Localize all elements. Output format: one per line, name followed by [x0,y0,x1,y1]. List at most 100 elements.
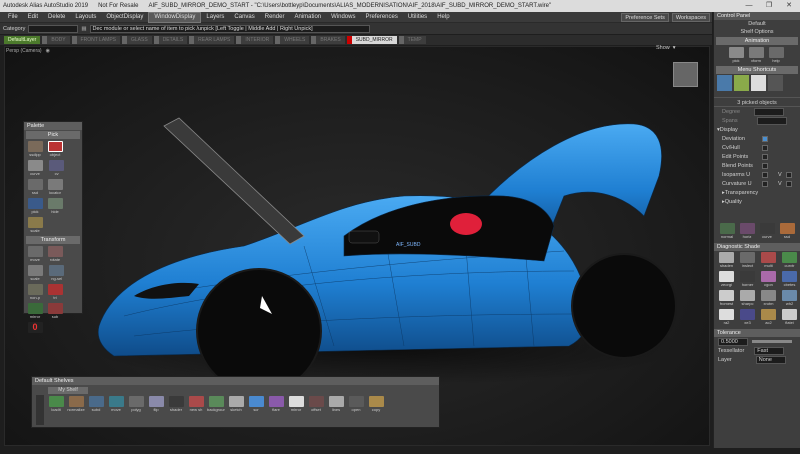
shelf-tool-16[interactable]: copy [367,396,385,413]
palette-tool-cv[interactable]: cv [48,160,66,177]
menu-windows[interactable]: Windows [326,12,360,23]
shortcut-icon-2[interactable] [734,75,749,91]
shelf-tool-9[interactable]: sketch [227,396,245,413]
diagnostic-tool-14[interactable]: ac2 [759,309,778,326]
menu-preferences[interactable]: Preferences [360,12,402,23]
menu-shortcuts[interactable]: Menu Shortcuts [716,66,798,74]
layer-front-lamps[interactable]: FRONT LAMPS [71,36,120,44]
tessellator-select[interactable]: Fast [754,346,785,355]
shelf-tool-4[interactable]: polyg [127,396,145,413]
menu-layers[interactable]: Layers [201,12,229,23]
diagnostic-tool-0[interactable]: shaden [717,252,736,269]
eval-normal-tool[interactable]: normal [718,223,736,240]
palette-tool-ng-sel[interactable]: ng-sel [48,265,66,282]
shelf-tool-10[interactable]: scr [247,396,265,413]
diagnostic-tool-1[interactable]: inslect [738,252,757,269]
layer-subd-mirror[interactable]: SUBD_MIRROR [346,36,397,44]
display-checkbox-v[interactable] [785,171,792,178]
diagnostic-tool-4[interactable]: zeorgi [717,271,736,288]
palette-section-transform[interactable]: Transform [26,236,80,244]
shelf-tab[interactable]: My Shelf [48,387,88,394]
diagnostic-tool-9[interactable]: sharpc [738,290,757,307]
palette-tool-ssdlpp[interactable]: ssdlpp [26,141,44,158]
diagnostic-tool-15[interactable]: flatei [780,309,799,326]
palette-tool-hide[interactable]: hide [46,198,64,215]
shortcut-icon-1[interactable] [717,75,732,91]
pick-tool[interactable]: pick [727,47,745,64]
diagnostic-tool-12[interactable]: ra2 [717,309,736,326]
palette-tool-rotate[interactable]: rotate [46,246,64,263]
layer-temp[interactable]: TEMP [398,36,426,44]
diagnostic-tool-2[interactable]: multi [759,252,778,269]
palette-tool-pick[interactable]: pick [26,198,44,215]
shelf-tool-11[interactable]: flare [267,396,285,413]
shelf-tool-1[interactable]: normalize [67,396,85,413]
layer-default[interactable]: DefaultLayer [4,36,41,44]
layer-rear-lamps[interactable]: REAR LAMPS [189,36,235,44]
layer-brakes[interactable]: BRAKES [311,36,345,44]
palette-tool-tri[interactable]: tri [46,284,64,301]
diagnostic-tool-10[interactable]: xrotm [759,290,778,307]
tolerance-slider[interactable] [752,340,792,343]
shelf-tool-6[interactable]: shader [167,396,185,413]
layer-select[interactable]: None [755,355,786,364]
palette-tool-zero[interactable]: 0 [26,322,44,339]
display-checkbox[interactable] [762,144,768,151]
palette-tool-scale[interactable]: scale [26,217,44,234]
preference-sets-button[interactable]: Preference Sets [621,13,669,22]
eval-curve-tool[interactable]: curve [758,223,776,240]
menu-help[interactable]: Help [432,12,454,23]
menu-objectdisplay[interactable]: ObjectDisplay [101,12,148,23]
palette-tool-scale2[interactable]: scale [26,265,44,282]
shortcut-icon-4[interactable] [768,75,783,91]
minimize-button[interactable]: — [740,0,758,12]
diagnostic-tool-8[interactable]: fromest [717,290,736,307]
display-checkbox[interactable] [762,135,768,142]
display-checkbox[interactable] [762,171,768,178]
grid-icon[interactable]: ▦ [81,26,86,32]
shelf-tool-12[interactable]: mirror [287,396,305,413]
menu-layouts[interactable]: Layouts [70,12,101,23]
display-checkbox[interactable] [762,180,768,187]
menu-windowdisplay[interactable]: WindowDisplay [148,11,202,23]
menu-render[interactable]: Render [260,12,290,23]
display-checkbox[interactable] [762,162,768,169]
prompt-line[interactable]: Dec module or select name of item to pic… [89,24,370,33]
mode-section[interactable]: Animation [716,37,798,45]
help-tool[interactable]: help [767,47,785,64]
display-checkbox[interactable] [762,153,768,160]
palette-tool-object[interactable]: object [46,141,64,158]
shelf-tool-3[interactable]: move [107,396,125,413]
menu-utilities[interactable]: Utilities [403,12,432,23]
palette-section-pick[interactable]: Pick [26,131,80,139]
eval-horiz-tool[interactable]: horiz [738,223,756,240]
palette-tool-curve[interactable]: curve [26,160,44,177]
layer-details[interactable]: DETAILS [153,36,188,44]
shelf-tool-15[interactable]: open [347,396,365,413]
palette-tool-locator[interactable]: locator [46,179,64,196]
menu-delete[interactable]: Delete [43,12,70,23]
shelf-tool-13[interactable]: offset [307,396,325,413]
diagnostic-tool-13[interactable]: xe3 [738,309,757,326]
palette-tool-ssd[interactable]: ssd [26,179,44,196]
shelf-scroll[interactable] [36,395,44,425]
layer-interior[interactable]: INTERIOR [236,36,274,44]
shortcut-icon-3[interactable] [751,75,766,91]
transparency-row[interactable]: ▸ Transparency [714,188,800,197]
category-field[interactable] [28,24,79,33]
shelf-options-button[interactable]: Shelf Options [714,28,800,36]
diagnostic-tool-3[interactable]: curvtr [780,252,799,269]
tolerance-field[interactable]: 0.5000 [718,337,748,346]
quality-row[interactable]: ▸ Quality [714,197,800,206]
diagnostic-tool-6[interactable]: cgon [759,271,778,288]
shelf-tool-0[interactable]: loadit [47,396,65,413]
diagnostic-tool-7[interactable]: cbetes [780,271,799,288]
display-header[interactable]: ▾ Display [714,125,800,134]
menu-canvas[interactable]: Canvas [229,12,259,23]
palette-tool-sub[interactable]: sub [46,303,64,320]
diagnostic-tool-5[interactable]: horner [738,271,757,288]
menu-file[interactable]: File [3,12,23,23]
diagnostic-tool-11[interactable]: wh2 [780,290,799,307]
maximize-button[interactable]: ❐ [760,0,778,12]
shelf-tool-5[interactable]: flip [147,396,165,413]
